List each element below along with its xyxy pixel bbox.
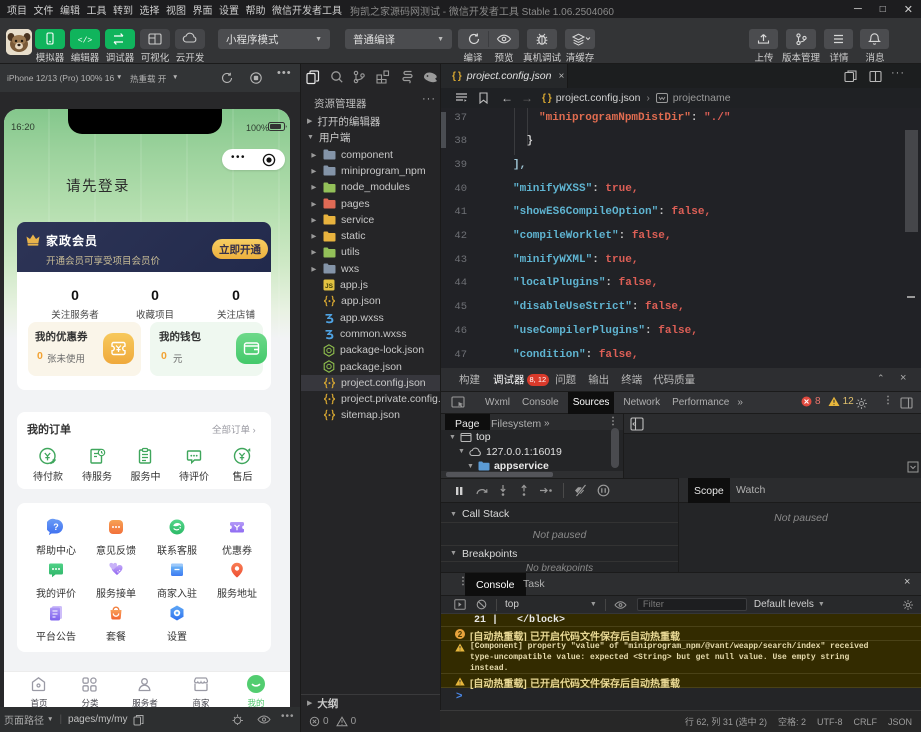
svg-text:?: ? xyxy=(53,522,59,532)
svg-text:</>: </> xyxy=(78,37,93,46)
svg-text:JS: JS xyxy=(325,283,334,290)
